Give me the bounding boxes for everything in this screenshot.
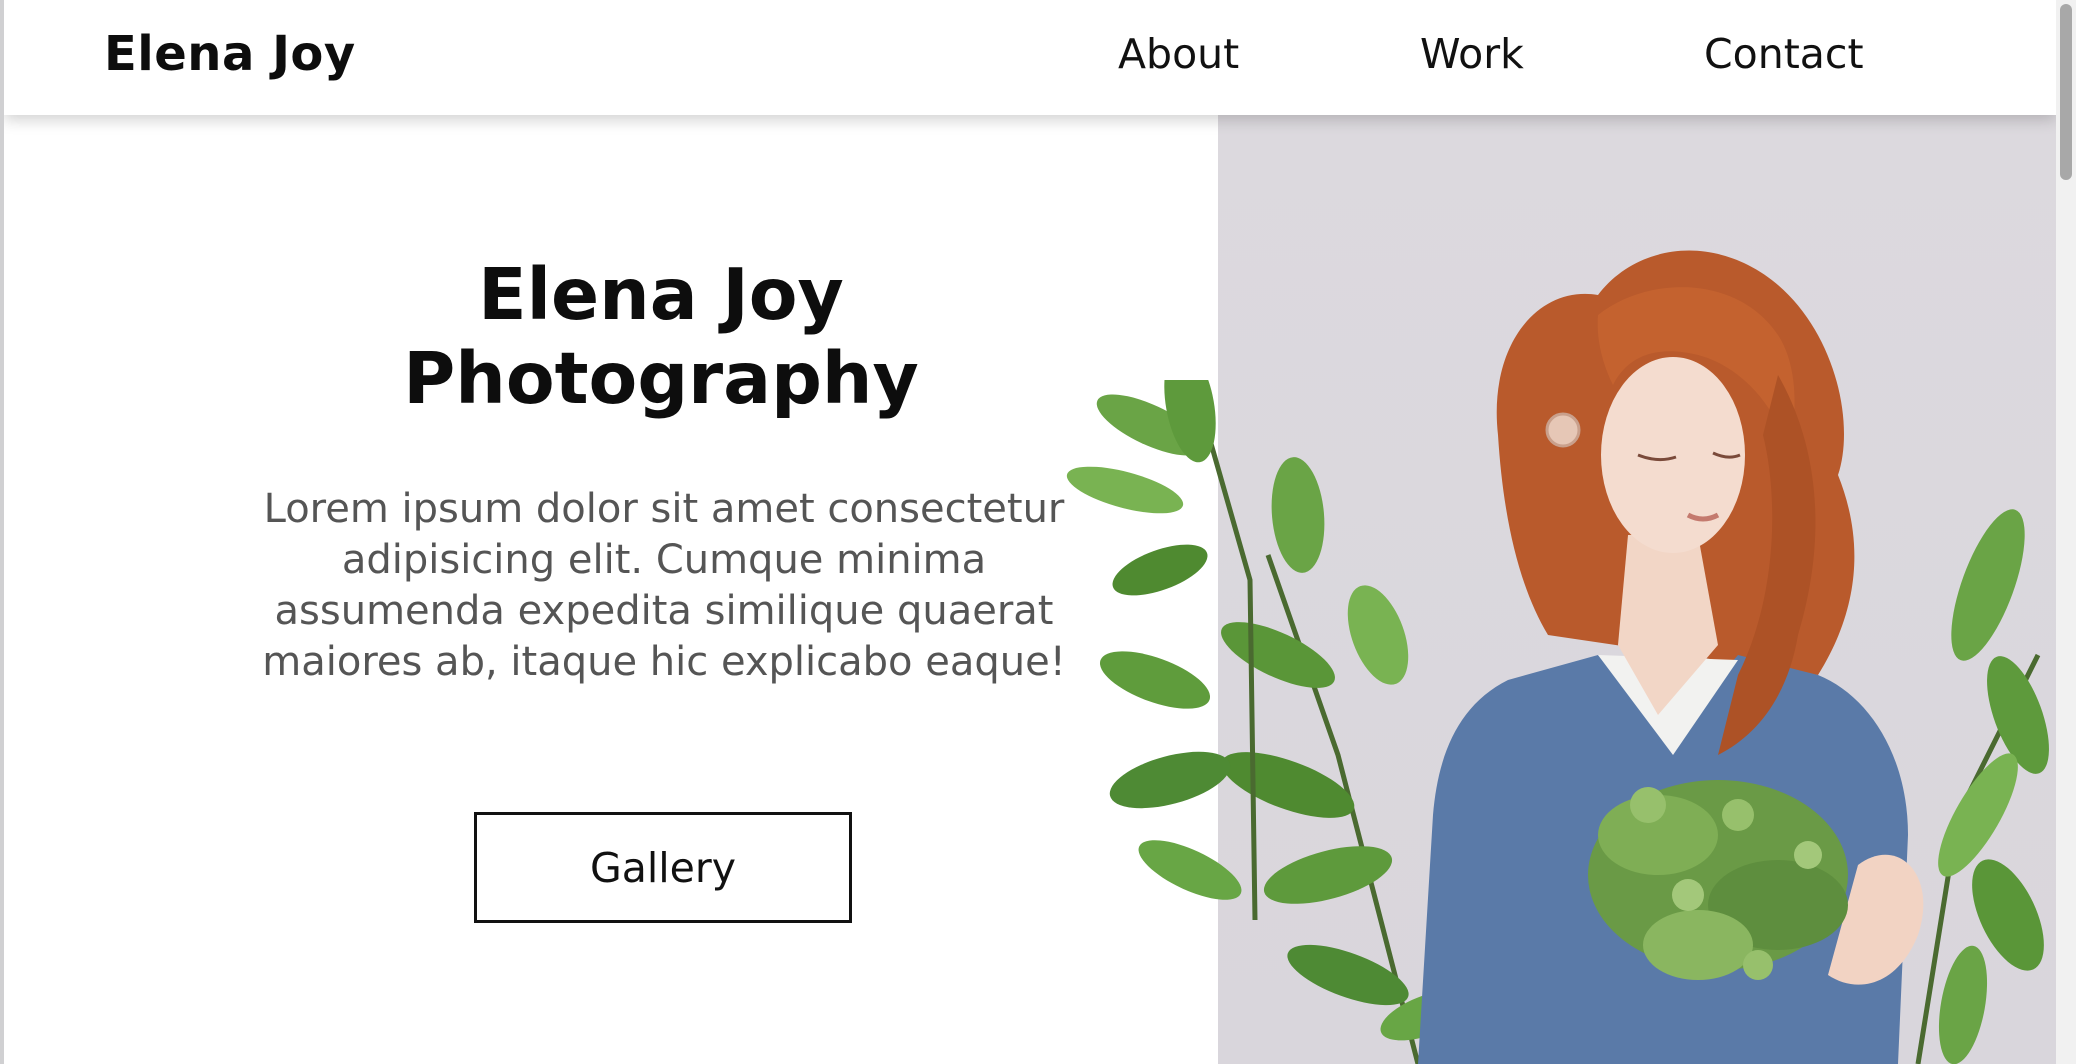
nav-link-contact[interactable]: Contact xyxy=(1704,30,1864,78)
hero-photo xyxy=(1218,115,2056,1064)
scrollbar-thumb[interactable] xyxy=(2060,4,2072,180)
nav-link-about[interactable]: About xyxy=(1118,30,1239,78)
window-edge xyxy=(0,0,4,1064)
nav-link-work[interactable]: Work xyxy=(1420,30,1524,78)
hero-description: Lorem ipsum dolor sit amet consectetur a… xyxy=(262,486,1066,685)
plant-leaves-overhang xyxy=(1066,380,1258,920)
navbar: Elena Joy About Work Contact xyxy=(4,0,2056,115)
scrollbar[interactable] xyxy=(2056,0,2076,1064)
brand-logo[interactable]: Elena Joy xyxy=(104,26,356,82)
hero-section: Elena Joy Photography Lorem ipsum dolor … xyxy=(4,115,1218,1064)
hero-title-line-2: Photography xyxy=(403,337,919,420)
plant-leaves-right xyxy=(1915,509,2049,1064)
hero-title-line-1: Elena Joy xyxy=(478,253,844,336)
gallery-button[interactable]: Gallery xyxy=(474,812,852,923)
